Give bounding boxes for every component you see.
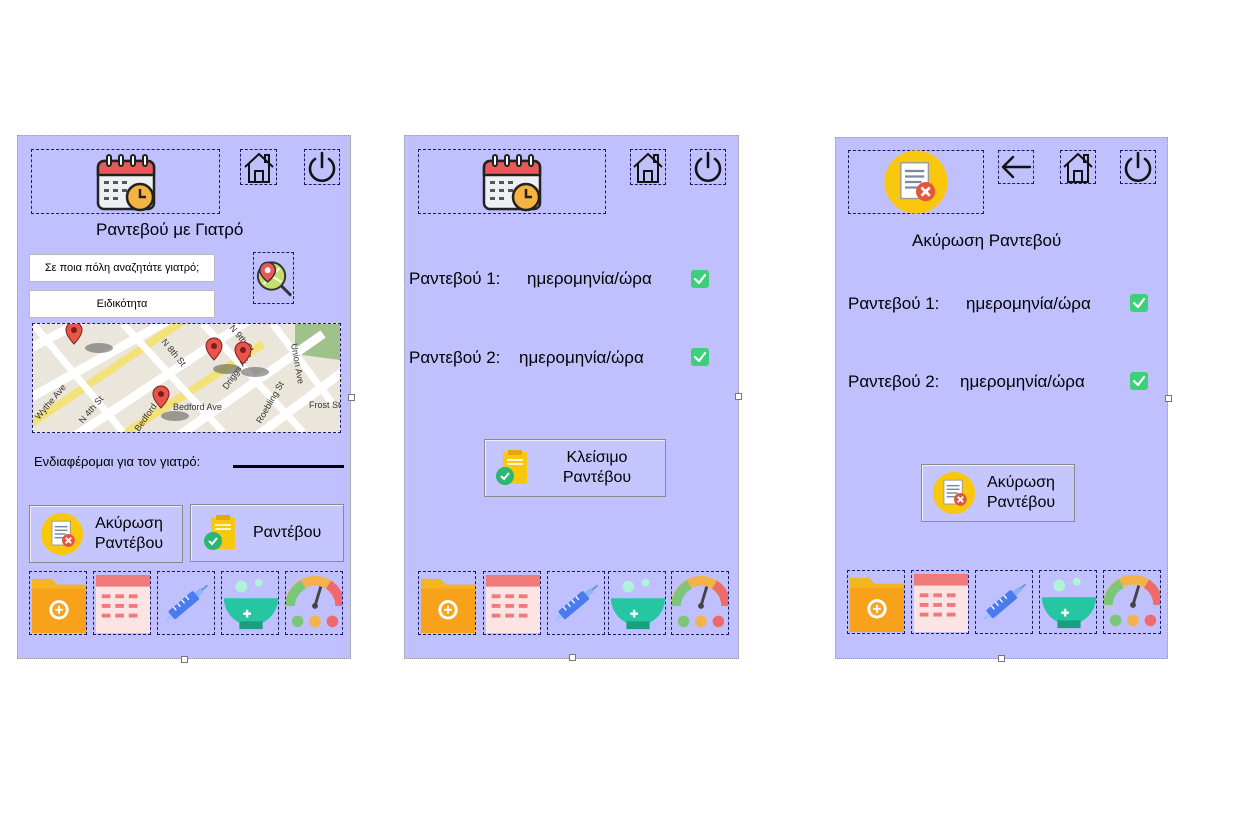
cancel-document-icon bbox=[40, 512, 84, 556]
resize-handle[interactable] bbox=[348, 394, 355, 401]
calendar-icon bbox=[96, 153, 155, 211]
appointment-1-checkbox[interactable] bbox=[691, 270, 709, 288]
home-button[interactable] bbox=[1060, 150, 1096, 184]
cancel-appointment-label: Ακύρωση Ραντέβου bbox=[986, 474, 1056, 511]
nav-calendar[interactable] bbox=[93, 571, 151, 635]
map-graphic: Wythe Ave N 4th St N 8th St N 9th St Dri… bbox=[33, 324, 340, 432]
calendar-grid-icon bbox=[913, 574, 968, 632]
medical-folder-icon bbox=[419, 577, 475, 634]
power-icon bbox=[1124, 151, 1152, 183]
appointment-2-checkbox[interactable] bbox=[691, 348, 709, 366]
syringe-icon bbox=[551, 580, 602, 626]
resize-handle[interactable] bbox=[998, 655, 1005, 662]
cancel-appointment-button[interactable]: Ακύρωση Ραντέβου bbox=[921, 464, 1075, 522]
nav-pharmacy[interactable] bbox=[1039, 570, 1097, 634]
nav-mood[interactable] bbox=[285, 571, 343, 635]
check-icon bbox=[693, 273, 707, 285]
header-icon-box bbox=[418, 149, 606, 214]
check-icon bbox=[693, 351, 707, 363]
panel-cancel-appointment: Ακύρωση Ραντεβού Ραντεβού 1: ημερομηνία/… bbox=[835, 137, 1168, 659]
nav-vaccination[interactable] bbox=[975, 570, 1033, 634]
appointment-2-datetime: ημερομηνία/ώρα bbox=[960, 372, 1085, 391]
nav-vaccination[interactable] bbox=[157, 571, 215, 635]
nav-calendar[interactable] bbox=[911, 570, 969, 634]
page-title: Ραντεβού με Γιατρό bbox=[96, 220, 244, 239]
appointment-1-label: Ραντεβού 1: bbox=[848, 294, 940, 313]
appointment-2-label: Ραντεβού 2: bbox=[848, 372, 940, 391]
mortar-pestle-icon bbox=[222, 577, 278, 631]
mortar-pestle-icon bbox=[1040, 576, 1096, 630]
home-button[interactable] bbox=[630, 149, 666, 185]
resize-handle[interactable] bbox=[1165, 395, 1172, 402]
nav-pharmacy[interactable] bbox=[221, 571, 279, 635]
calendar-grid-icon bbox=[485, 575, 540, 633]
home-icon bbox=[633, 153, 663, 183]
resize-handle[interactable] bbox=[569, 654, 576, 661]
nav-medical-folder[interactable] bbox=[847, 570, 905, 634]
book-appointment-label: Κλείσιμο Ραντέβου bbox=[562, 449, 632, 486]
nav-pharmacy[interactable] bbox=[608, 571, 666, 635]
resize-handle[interactable] bbox=[181, 656, 188, 663]
appointment-1-checkbox[interactable] bbox=[1130, 294, 1148, 312]
interest-label: Ενδιαφέρομαι για τον γιατρό: bbox=[34, 454, 201, 469]
panel-appointment-booking: Ραντεβού 1: ημερομηνία/ώρα Ραντεβού 2: η… bbox=[404, 135, 739, 659]
power-button[interactable] bbox=[304, 149, 340, 185]
power-button[interactable] bbox=[1120, 150, 1156, 184]
book-appointment-button[interactable]: Κλείσιμο Ραντέβου bbox=[484, 439, 666, 497]
nav-calendar[interactable] bbox=[483, 571, 541, 635]
cancel-document-icon bbox=[883, 149, 949, 215]
appointment-document-icon bbox=[203, 514, 236, 551]
calendar-grid-icon bbox=[95, 575, 150, 633]
map-label: Frost St bbox=[309, 400, 340, 410]
cancel-appointment-label: Ακύρωση Ραντέβου bbox=[94, 515, 164, 552]
resize-handle[interactable] bbox=[735, 393, 742, 400]
back-arrow-icon bbox=[1001, 155, 1032, 179]
syringe-icon bbox=[161, 580, 212, 626]
appointment-1-label: Ραντεβού 1: bbox=[409, 269, 501, 288]
appointment-2-label: Ραντεβού 2: bbox=[409, 348, 501, 367]
mood-gauge-icon bbox=[672, 572, 729, 635]
map-search-button[interactable] bbox=[253, 252, 294, 304]
appointment-2-datetime: ημερομηνία/ώρα bbox=[519, 348, 644, 367]
cancel-document-icon bbox=[932, 471, 976, 515]
map-search-icon bbox=[256, 260, 293, 298]
back-button[interactable] bbox=[998, 150, 1034, 184]
mortar-pestle-icon bbox=[609, 577, 665, 631]
appointment-2-checkbox[interactable] bbox=[1130, 372, 1148, 390]
medical-folder-icon bbox=[30, 577, 86, 634]
header-icon-box bbox=[848, 149, 984, 215]
appointment-label: Ραντέβου bbox=[253, 524, 322, 541]
mood-gauge-icon bbox=[286, 572, 343, 635]
mood-gauge-icon bbox=[1104, 571, 1161, 634]
city-search-input[interactable]: Σε ποια πόλη αναζητάτε γιατρό; bbox=[29, 254, 215, 282]
appointment-1-datetime: ημερομηνία/ώρα bbox=[966, 294, 1091, 313]
nav-medical-folder[interactable] bbox=[418, 571, 476, 635]
power-button[interactable] bbox=[690, 149, 726, 185]
appointment-1-datetime: ημερομηνία/ώρα bbox=[527, 269, 652, 288]
header-icon-box bbox=[31, 149, 220, 214]
power-icon bbox=[694, 151, 722, 183]
appointment-button[interactable]: Ραντέβου bbox=[190, 504, 344, 562]
home-icon bbox=[243, 153, 274, 183]
home-icon bbox=[1063, 153, 1093, 183]
map-view[interactable]: Wythe Ave N 4th St N 8th St N 9th St Dri… bbox=[32, 323, 341, 433]
panel-doctor-appointment: Ραντεβού με Γιατρό Σε ποια πόλη αναζητάτ… bbox=[17, 135, 351, 659]
specialty-input[interactable]: Ειδικότητα bbox=[29, 290, 215, 318]
power-icon bbox=[308, 151, 336, 183]
syringe-icon bbox=[979, 579, 1030, 625]
calendar-icon bbox=[482, 153, 542, 211]
page-title: Ακύρωση Ραντεβού bbox=[912, 231, 1062, 250]
cancel-appointment-button[interactable]: Ακύρωση Ραντέβου bbox=[29, 505, 183, 563]
nav-vaccination[interactable] bbox=[547, 571, 605, 635]
map-label: Bedford Ave bbox=[173, 402, 222, 412]
check-icon bbox=[1132, 297, 1146, 309]
check-icon bbox=[1132, 375, 1146, 387]
nav-medical-folder[interactable] bbox=[29, 571, 87, 635]
nav-mood[interactable] bbox=[671, 571, 729, 635]
home-button[interactable] bbox=[240, 149, 277, 185]
appointment-document-icon bbox=[495, 449, 528, 486]
doctor-selection-line[interactable] bbox=[233, 465, 344, 468]
medical-folder-icon bbox=[848, 576, 904, 633]
nav-mood[interactable] bbox=[1103, 570, 1161, 634]
